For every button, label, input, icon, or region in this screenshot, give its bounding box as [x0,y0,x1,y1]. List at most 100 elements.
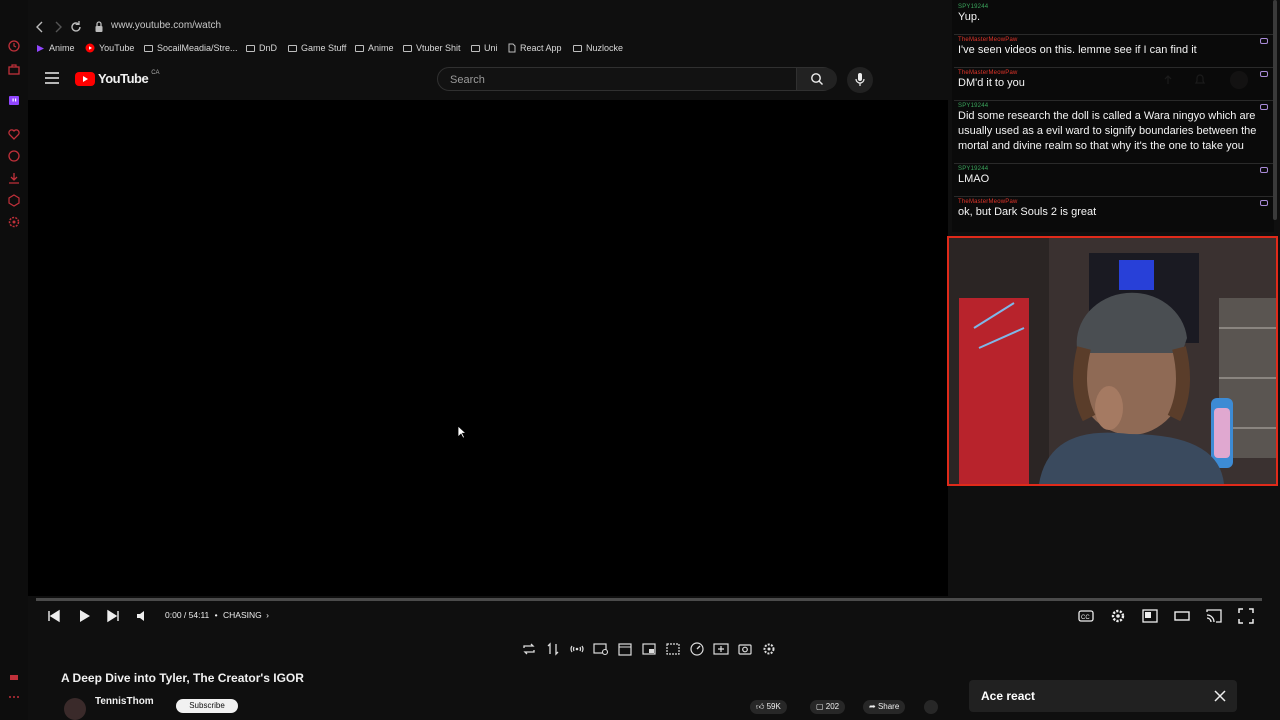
layout-icon[interactable] [665,641,681,657]
mouse-cursor-icon [457,425,467,439]
comments-button[interactable]: ▢ 202 [810,700,846,714]
forward-icon[interactable] [50,19,66,35]
search-input[interactable] [448,71,782,89]
bookmark-item[interactable]: Vtuber Shit [403,43,461,53]
folder-icon [403,44,412,52]
previous-icon[interactable] [45,607,63,625]
chat-badge-icon [1260,200,1268,206]
bookmark-item[interactable]: SocailMeadia/Stre... [144,43,238,53]
voice-search-button[interactable] [847,67,873,93]
bookmark-item[interactable]: Uni [471,43,498,53]
channel-name[interactable]: TennisThom [95,696,154,707]
screenshot-icon[interactable] [737,641,753,657]
settings-gear-icon[interactable] [1109,607,1127,625]
folder-icon [246,44,255,52]
picture-in-picture-icon[interactable] [641,641,657,657]
chat-message: TheMasterMeowPaw ok, but Dark Souls 2 is… [954,199,1274,229]
more-icon[interactable] [7,690,21,704]
search-box [437,67,837,91]
next-icon[interactable] [104,607,122,625]
address-bar[interactable]: www.youtube.com/watch [111,20,221,31]
play-icon[interactable] [75,607,93,625]
add-screen-icon[interactable] [713,641,729,657]
search-button[interactable] [796,68,837,90]
miniplayer-icon[interactable] [1141,607,1159,625]
bookmark-item[interactable]: Anime [36,43,75,53]
captions-icon[interactable]: CC [1077,607,1095,625]
bookmark-item[interactable]: DnD [246,43,277,53]
toast-text: Ace react [981,689,1036,703]
channel-avatar[interactable] [64,698,86,720]
bookmark-label: Nuzlocke [586,43,624,53]
download-icon[interactable] [7,171,21,185]
history-icon[interactable] [7,39,21,53]
bookmark-item[interactable]: React App [508,43,562,53]
lock-icon[interactable] [91,19,107,35]
twitch-icon[interactable] [7,94,21,108]
cube-icon[interactable] [7,193,21,207]
svg-text:CC: CC [1081,615,1090,621]
share-label: Share [877,702,900,711]
time-display: 0:00 / 54:11 • CHASING › [165,610,269,620]
calendar-icon[interactable] [617,641,633,657]
extension-settings-icon[interactable] [761,641,777,657]
chat-badge-icon [1260,38,1268,44]
chevron-right-icon[interactable]: › [266,610,269,620]
reload-icon[interactable] [68,19,84,35]
chat-message: SPY19244 Did some research the doll is c… [954,103,1274,164]
chat-text: Yup. [958,11,981,23]
folder-icon [355,44,364,52]
chat-badge-icon [1260,167,1268,173]
chat-message: SPY19244 LMAO [954,166,1274,197]
volume-icon[interactable] [134,607,152,625]
bookmark-label: DnD [259,43,278,53]
more-actions-button[interactable] [924,700,938,714]
bookmark-item[interactable]: YouTube [85,43,134,53]
bookmark-item[interactable]: Game Stuff [288,43,346,53]
extension-toolbar [516,640,784,658]
bookmark-label: SocailMeadia/Stre... [157,43,238,53]
bookmark-item[interactable]: Anime [355,43,394,53]
search-icon [811,73,823,85]
chat-message: TheMasterMeowPaw I've seen videos on thi… [954,37,1274,68]
sort-icon[interactable] [545,641,561,657]
loop-icon[interactable] [521,641,537,657]
back-icon[interactable] [32,19,48,35]
chat-text: LMAO [958,173,990,185]
close-icon[interactable] [1213,689,1227,703]
chapter-title[interactable]: CHASING [223,610,262,620]
lock-badge-icon[interactable] [7,669,21,683]
bookmark-item[interactable]: Nuzlocke [573,43,623,53]
microphone-icon [855,73,865,86]
heart-icon[interactable] [7,127,21,141]
audio-waves-icon[interactable] [569,641,585,657]
screen-eye-icon[interactable] [593,641,609,657]
page-icon [508,43,516,53]
chat-text: Did some research the doll is called a W… [958,110,1257,152]
chat-text: ok, but Dark Souls 2 is great [958,206,1097,218]
fullscreen-icon[interactable] [1237,607,1255,625]
youtube-logo[interactable]: YouTube CA [75,70,160,86]
settings-icon[interactable] [7,215,21,229]
progress-bar[interactable] [36,598,1262,601]
chat-badge-icon [1260,104,1268,110]
bookmark-label: YouTube [99,43,135,53]
clock-icon[interactable] [7,149,21,163]
bag-icon[interactable] [7,62,21,76]
separator-dot: • [214,610,218,620]
chat-scrollbar[interactable] [1273,0,1277,220]
like-button[interactable]: 👍︎ 59K [750,700,787,714]
video-player[interactable] [28,100,948,596]
cast-icon[interactable] [1205,607,1223,625]
menu-icon[interactable] [45,72,59,84]
video-title: A Deep Dive into Tyler, The Creator's IG… [61,671,304,685]
subscribe-button[interactable]: Subscribe [176,699,238,713]
folder-icon [471,44,480,52]
speed-icon[interactable] [689,641,705,657]
theater-mode-icon[interactable] [1173,607,1191,625]
youtube-icon [85,43,95,53]
share-button[interactable]: ➦ Share [863,700,906,714]
comment-icon: ▢ [816,702,826,711]
bookmark-label: Vtuber Shit [416,43,461,53]
bookmark-label: Anime [368,43,394,53]
